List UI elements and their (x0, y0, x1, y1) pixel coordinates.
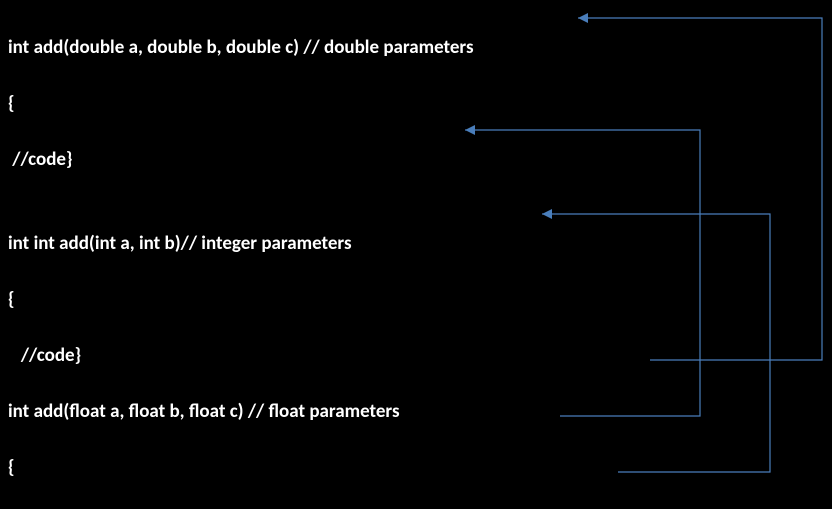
decl-double-sig: int add(double a, double b, double c) (8, 36, 303, 59)
body-2: //code} (8, 342, 530, 370)
comment-double: // double parameters (303, 36, 473, 59)
decl-integer: int int add(int a, int b)// integer para… (8, 230, 530, 258)
comment-float: // float parameters (248, 400, 400, 423)
brace-open-2: { (8, 286, 530, 314)
decl-float-sig: int add(float a, float b, float c) (8, 400, 248, 423)
brace-open-3: { (8, 454, 530, 482)
decl-int-b: int add(int a, int b) (34, 232, 181, 255)
decl-float: int add(float a, float b, float c) // fl… (8, 398, 530, 426)
code-block: int add(double a, double b, double c) //… (8, 6, 530, 509)
brace-open-1: { (8, 90, 530, 118)
decl-int-a: int (8, 232, 34, 255)
arrow-call-to-float (542, 209, 770, 472)
decl-double: int add(double a, double b, double c) //… (8, 34, 530, 62)
body-1: //code} (8, 146, 530, 174)
arrow-call-to-double (578, 13, 822, 360)
comment-integer: // integer parameters (181, 232, 352, 255)
code-diagram: int add(double a, double b, double c) //… (0, 0, 832, 509)
